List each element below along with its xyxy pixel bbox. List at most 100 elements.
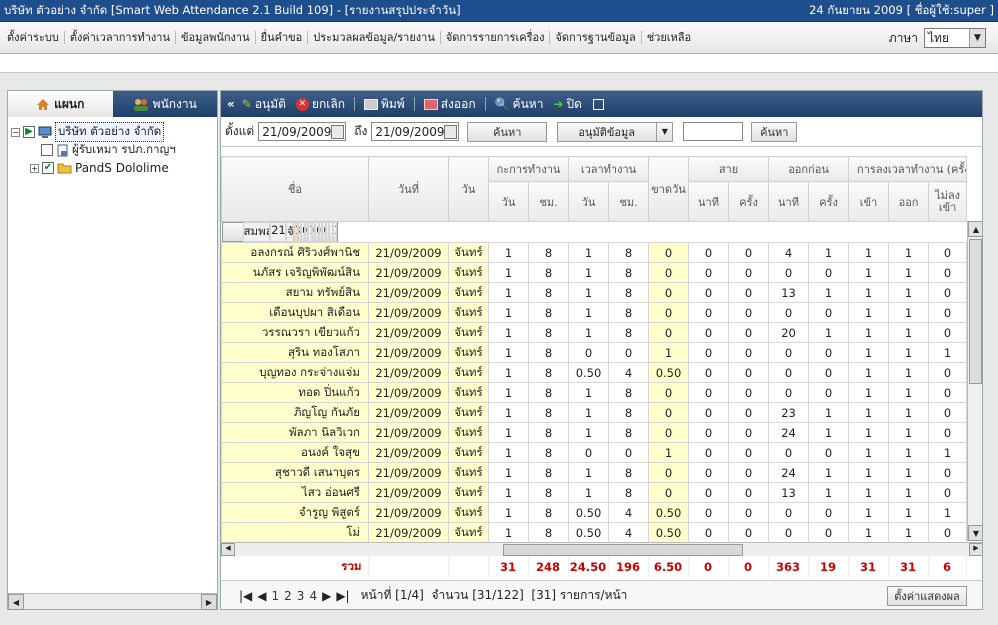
language-select[interactable]: ไทย ▼ <box>924 28 986 48</box>
table-cell: 1 <box>928 502 968 523</box>
search-date-button[interactable]: ค้นหา <box>467 121 548 142</box>
keyword-input[interactable] <box>683 122 744 141</box>
calendar-icon[interactable] <box>444 124 458 139</box>
menu-process-reports[interactable]: ประมวลผลข้อมูล/รายงาน <box>308 31 441 44</box>
table-row[interactable]: โม่ 21/09/2009 จันทร์ 1 8 0.50 4 0.50 0 0 0 0 1 1 0 <box>221 522 968 543</box>
close-button[interactable]: ➜ ปิด <box>550 95 584 114</box>
prev-page-icon[interactable]: ◀ <box>257 589 266 603</box>
table-cell: 13 <box>768 282 810 303</box>
table-row[interactable]: สุชาวดี เสนาบุตร 21/09/2009 จันทร์ 1 8 1 8 0 0 0 2… <box>221 462 968 483</box>
col-day[interactable]: วัน <box>448 156 489 222</box>
keyword-search-button[interactable]: ค้นหา <box>751 121 798 142</box>
col-no-in[interactable]: ไม่ลงเข้า <box>928 181 968 222</box>
col-work-hours[interactable]: ชม. <box>607 181 650 222</box>
window-icon[interactable] <box>592 98 604 110</box>
print-button[interactable]: พิมพ์ <box>361 95 408 114</box>
tab-employee[interactable]: พนักงาน <box>113 91 218 117</box>
col-shift-day[interactable]: วัน <box>488 181 529 222</box>
tree-checkbox-pands[interactable]: ✔ <box>42 162 54 174</box>
page-link[interactable]: 3 <box>297 589 305 603</box>
menu-system-settings[interactable]: ตั้งค่าระบบ <box>2 31 65 44</box>
col-absent[interactable]: ขาดวัน <box>648 156 690 222</box>
col-shift-hours[interactable]: ชม. <box>528 181 569 222</box>
menu-database[interactable]: จัดการฐานข้อมูล <box>550 31 642 44</box>
table-row[interactable]: ไสว อ่อนศรี 21/09/2009 จันทร์ 1 8 1 8 0 0 0 13 1 1 1 0 <box>221 482 968 503</box>
employee-name-cell: บุญทอง กระจ่างแจ่ม <box>221 362 369 383</box>
table-cell: 24 <box>768 422 810 443</box>
table-row[interactable]: ทอด ปิ่นแก้ว 21/09/2009 จันทร์ 1 8 1 8 0 0 0 0 0 1 1 0 <box>221 382 968 403</box>
table-hscrollbar[interactable]: ◀ ▶ <box>221 542 982 556</box>
col-date[interactable]: วันที่ <box>368 156 449 222</box>
last-page-icon[interactable]: ▶| <box>336 589 349 603</box>
menu-devices[interactable]: จัดการรายการเครื่อง <box>441 31 551 44</box>
table-cell: 0 <box>728 422 770 443</box>
table-row[interactable]: สุริน ทองโสภา 21/09/2009 จันทร์ 1 8 0 0 1 0 0 0 0 1 1… <box>221 342 968 363</box>
from-date-input[interactable]: 21/09/2009 <box>258 122 347 141</box>
display-settings-button[interactable]: ตั้งค่าแสดงผล <box>887 586 967 606</box>
tree-node-contractor[interactable]: ผู้รับเหมา รปภ.กาญฯ <box>11 141 214 159</box>
table-row[interactable]: วรรณวรา เขียวแก้ว 21/09/2009 จันทร์ 1 8 1 8 0 0 0… <box>221 322 968 343</box>
table-row[interactable]: อนงค์ ใจสุข 21/09/2009 จันทร์ 1 8 0 0 1 0 0 0 0 1 1 1 <box>221 442 968 463</box>
scroll-right-icon[interactable]: ▶ <box>201 594 217 610</box>
col-in[interactable]: เข้า <box>848 181 890 222</box>
menu-help[interactable]: ช่วยเหลือ <box>642 31 696 44</box>
approve-button[interactable]: ✎ อนุมัติ <box>239 95 289 114</box>
col-group-records: การลงเวลาทำงาน (ครั้ง) <box>848 156 968 182</box>
collapse-icon[interactable]: − <box>11 127 20 137</box>
table-cell: 0 <box>728 342 770 363</box>
page-link[interactable]: 4 <box>309 589 317 603</box>
scroll-up-icon[interactable]: ▲ <box>968 221 982 237</box>
scroll-thumb[interactable] <box>503 544 743 556</box>
col-late-times[interactable]: ครั้ง <box>728 181 770 222</box>
scroll-thumb[interactable] <box>969 239 982 384</box>
scroll-down-icon[interactable]: ▼ <box>968 525 982 541</box>
page-link[interactable]: 2 <box>284 589 292 603</box>
table-row[interactable]: จำรูญ พิสูตร์ 21/09/2009 จันทร์ 1 8 0.50 4 0.50… <box>221 502 968 523</box>
scroll-right-icon[interactable]: ▶ <box>969 543 982 556</box>
col-name[interactable]: ชื่อ <box>221 156 369 222</box>
next-page-icon[interactable]: ▶ <box>322 589 331 603</box>
search-label: ค้นหา <box>512 96 544 111</box>
menu-requests[interactable]: ยื่นคำขอ <box>256 31 309 44</box>
search-button[interactable]: 🔍 ค้นหา <box>492 95 547 114</box>
table-row[interactable]: นภัสร เจริญพิพัฒน์สิน 21/09/2009 จันทร์ 1 8 1… <box>221 262 968 283</box>
menu-employee-data[interactable]: ข้อมูลพนักงาน <box>176 31 256 44</box>
cancel-button[interactable]: ✕ ยกเลิก <box>293 95 348 114</box>
tree-contractor-label: ผู้รับเหมา รปภ.กาญฯ <box>72 142 176 156</box>
tree-checkbox-root[interactable]: ▶ <box>23 126 35 138</box>
tab-department[interactable]: แผนก <box>8 91 113 117</box>
table-row[interactable]: สมพล มหาพรหม21/09/2009จันทร์180010000111 <box>221 222 338 242</box>
table-row[interactable]: บุญทอง กระจ่างแจ่ม 21/09/2009 จันทร์ 1 8 0.50… <box>221 362 968 383</box>
calendar-icon[interactable] <box>331 124 345 139</box>
table-row[interactable]: พัลภา นิลวิเวก 21/09/2009 จันทร์ 1 8 1 8 0 0 0 24 1… <box>221 422 968 443</box>
table-vscrollbar[interactable]: ▲ ▼ <box>967 221 982 541</box>
tree-checkbox-contractor[interactable] <box>41 144 53 156</box>
col-early-times[interactable]: ครั้ง <box>808 181 850 222</box>
to-date-input[interactable]: 21/09/2009 <box>371 122 460 141</box>
table-row[interactable]: ภิญโญ กันภัย 21/09/2009 จันทร์ 1 8 1 8 0 0 0 23 1 1 1… <box>221 402 968 423</box>
col-out[interactable]: ออก <box>888 181 930 222</box>
tree-node-root[interactable]: − ▶ บริษัท ตัวอย่าง จำกัด <box>11 122 214 142</box>
menu-work-time-settings[interactable]: ตั้งค่าเวลาการทำงาน <box>65 31 176 44</box>
left-hscrollbar[interactable]: ◀ ▶ <box>8 593 217 610</box>
employee-name-cell: สยาม ทรัพย์สิน <box>221 282 369 303</box>
scroll-left-icon[interactable]: ◀ <box>221 543 235 556</box>
table-cell: 0 <box>688 482 730 503</box>
expand-icon[interactable]: + <box>30 163 39 173</box>
scroll-left-icon[interactable]: ◀ <box>8 594 24 610</box>
export-button[interactable]: ส่งออก <box>421 95 479 114</box>
table-cell: 0 <box>688 282 730 303</box>
table-cell: 8 <box>528 502 569 523</box>
absent-cell: 0 <box>648 422 690 443</box>
tree-node-pands[interactable]: + ✔ PandS Dololime <box>11 159 214 177</box>
col-early-min[interactable]: นาที <box>768 181 810 222</box>
table-row[interactable]: อลงกรณ์ ศิริวงศ์พานิช 21/09/2009 จันทร์ 1 8 1… <box>221 242 968 263</box>
collapse-panel-icon[interactable]: « <box>227 97 235 111</box>
table-row[interactable]: สยาม ทรัพย์สิน 21/09/2009 จันทร์ 1 8 1 8 0 0 0 13 1… <box>221 282 968 303</box>
col-work-day[interactable]: วัน <box>568 181 609 222</box>
col-late-min[interactable]: นาที <box>688 181 730 222</box>
table-row[interactable]: เดือนบุปผา สิเดือน 21/09/2009 จันทร์ 1 8 1 8 0 0… <box>221 302 968 323</box>
first-page-icon[interactable]: |◀ <box>239 589 252 603</box>
page-link[interactable]: 1 <box>272 589 280 603</box>
approval-filter-select[interactable]: อนุมัติข้อมูล ▼ <box>557 121 674 142</box>
